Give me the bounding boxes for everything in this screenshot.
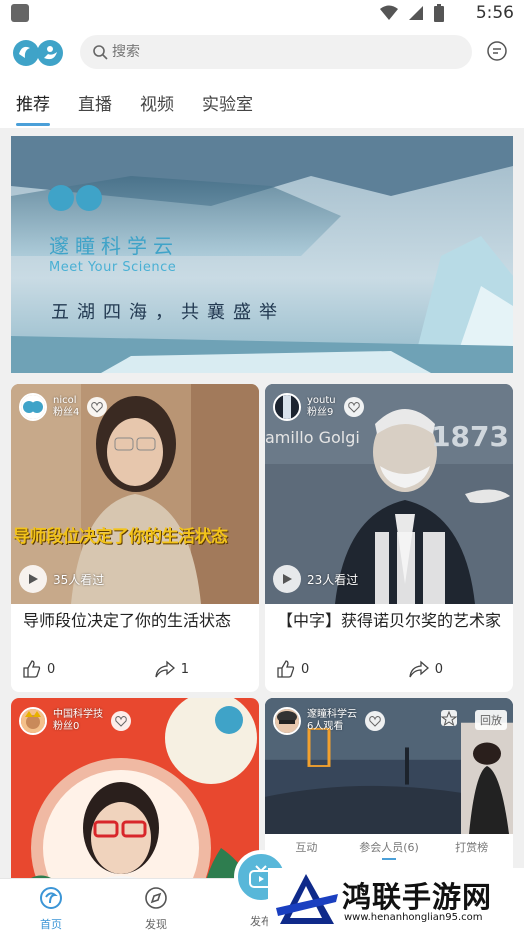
promo-banner[interactable]: 邃瞳科学云 Meet Your Science 五湖四海，共襄盛举 (11, 136, 513, 373)
video-overlay-year: 1873 (431, 420, 509, 453)
avatar[interactable] (273, 393, 301, 421)
follow-heart-icon[interactable] (343, 397, 364, 417)
play-icon[interactable] (273, 565, 301, 593)
card-actions: 0 0 (277, 660, 501, 684)
share-icon (409, 660, 429, 678)
signal-icon (409, 6, 423, 20)
author-name: youtu (307, 395, 336, 406)
status-bar: 5:56 (0, 0, 524, 28)
search-input[interactable] (112, 44, 412, 60)
like-button[interactable]: 0 (277, 660, 309, 678)
battery-icon (434, 4, 444, 22)
share-button[interactable]: 1 (155, 660, 189, 678)
view-count-label: 35人看过 (53, 572, 105, 587)
video-overlay-caption: 导师段位决定了你的生活状态 (13, 527, 228, 547)
follow-heart-icon[interactable] (87, 397, 108, 417)
like-count: 0 (47, 661, 56, 677)
banner-subtitle: Meet Your Science (49, 260, 177, 275)
thumbs-up-icon (277, 660, 295, 678)
author-info[interactable]: nicol 粉丝4 (19, 392, 108, 422)
share-count: 1 (180, 661, 189, 677)
search-icon (93, 45, 108, 60)
nav-home-label: 首页 (40, 918, 62, 931)
compass-icon (145, 887, 167, 909)
follow-heart-icon[interactable] (111, 711, 131, 731)
video-card[interactable]: nicol 粉丝4 导师段位决定了你的生活状态 35人看过 导师段位决定了你的生… (11, 384, 259, 692)
wifi-icon (380, 5, 398, 20)
play-icon[interactable] (19, 565, 47, 593)
author-fans: 粉丝9 (307, 407, 334, 418)
view-count: 23人看过 (273, 565, 358, 593)
live-card[interactable]: 邃瞳科学云 6人观看 回放 互动 参会人员(6) 打赏榜 (265, 698, 513, 878)
banner-slogan: 五湖四海，共襄盛举 (51, 302, 285, 323)
tab-recommend[interactable]: 推荐 (16, 76, 50, 128)
share-icon (155, 660, 175, 678)
live-tab-attendees[interactable]: 参会人员(6) (348, 834, 431, 860)
author-name: 邃瞳科学云 (307, 709, 357, 720)
author-info[interactable]: youtu 粉丝9 (273, 392, 364, 422)
watermark-url: www.henanhonglian95.com (344, 912, 483, 923)
video-card[interactable]: amillo Golgi 1873 youtu 粉丝9 23人看过 【中字】获得… (265, 384, 513, 692)
avatar[interactable] (19, 393, 47, 421)
watermark-title: 鸿联手游网 (342, 880, 493, 914)
view-count: 35人看过 (19, 565, 104, 593)
like-count: 0 (301, 661, 310, 677)
nav-home[interactable]: 首页 (21, 885, 81, 932)
app-logo-icon[interactable] (10, 36, 66, 68)
nav-discover[interactable]: 发现 (126, 885, 186, 932)
author-fans: 6人观看 (307, 721, 344, 732)
video-title[interactable]: 【中字】获得诺贝尔奖的艺术家 (277, 610, 505, 631)
live-tab-rewards[interactable]: 打赏榜 (430, 834, 513, 860)
live-tabs: 互动 参会人员(6) 打赏榜 (265, 834, 513, 860)
feed[interactable]: 邃瞳科学云 Meet Your Science 五湖四海，共襄盛举 nicol … (0, 128, 524, 878)
like-button[interactable]: 0 (23, 660, 55, 678)
video-card[interactable]: 中国科学技 粉丝0 (11, 698, 259, 878)
star-icon[interactable] (440, 710, 458, 727)
notification-icon (11, 4, 29, 22)
avatar[interactable] (273, 707, 301, 735)
replay-badge[interactable]: 回放 (475, 710, 507, 730)
app-header (0, 28, 524, 76)
search-bar[interactable] (80, 35, 472, 69)
status-icons (380, 4, 444, 22)
author-info[interactable]: 邃瞳科学云 6人观看 (273, 706, 385, 736)
tab-lab[interactable]: 实验室 (202, 76, 253, 128)
watermark-logo (276, 874, 338, 924)
status-time: 5:56 (475, 3, 514, 23)
card-actions: 0 1 (23, 660, 247, 684)
share-button[interactable]: 0 (409, 660, 443, 678)
tab-video[interactable]: 视频 (140, 76, 174, 128)
video-title[interactable]: 导师段位决定了你的生活状态 (23, 610, 251, 631)
nav-discover-label: 发现 (145, 918, 167, 931)
message-icon[interactable] (486, 40, 508, 62)
avatar[interactable] (19, 707, 47, 735)
thumbs-up-icon (23, 660, 41, 678)
author-name: nicol (53, 395, 77, 406)
banner-brand: 邃瞳科学云 (49, 234, 179, 258)
tab-live[interactable]: 直播 (78, 76, 112, 128)
author-name: 中国科学技 (53, 709, 103, 720)
author-info[interactable]: 中国科学技 粉丝0 (19, 706, 131, 736)
share-count: 0 (434, 661, 443, 677)
view-count-label: 23人看过 (307, 572, 359, 587)
watermark: 鸿联手游网 www.henanhonglian95.com (268, 868, 524, 932)
category-tabs: 推荐 直播 视频 实验室 (0, 76, 524, 128)
video-overlay-caption: amillo Golgi (265, 428, 360, 447)
author-fans: 粉丝0 (53, 721, 80, 732)
follow-heart-icon[interactable] (365, 711, 385, 731)
home-icon (40, 887, 62, 909)
author-fans: 粉丝4 (53, 407, 80, 418)
